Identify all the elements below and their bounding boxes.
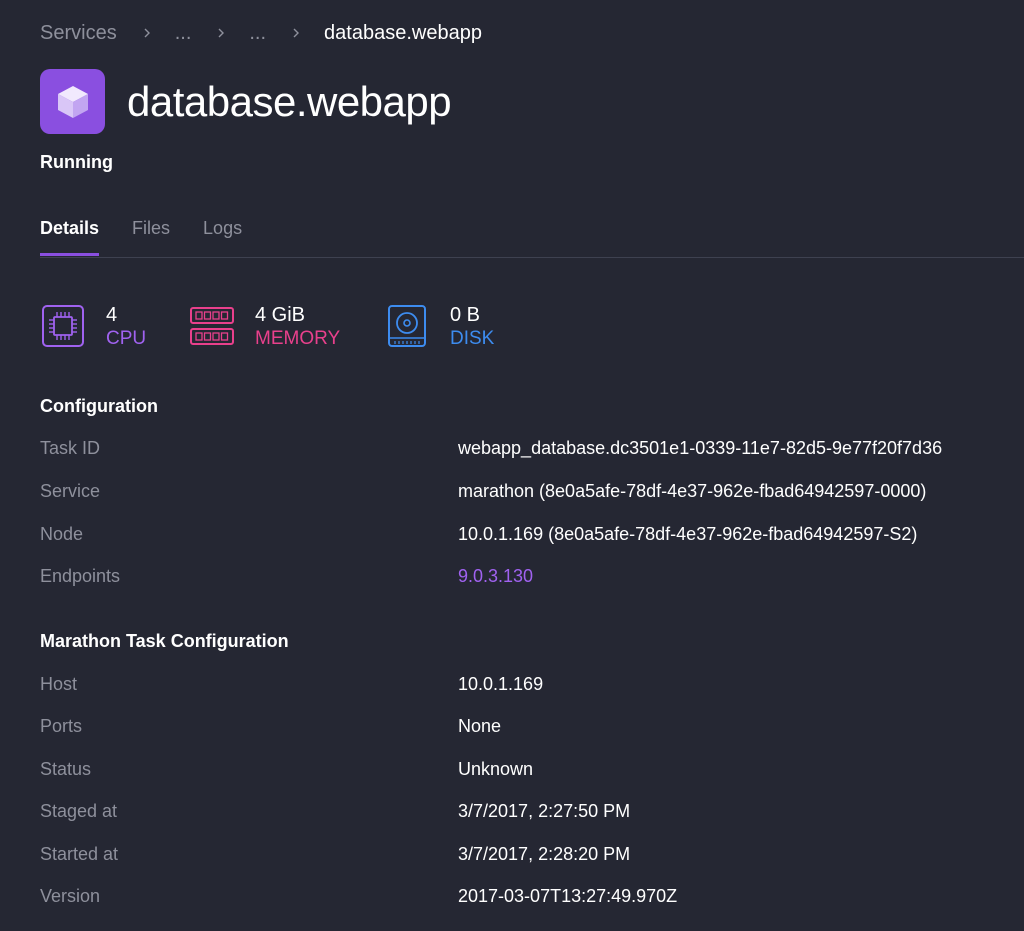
breadcrumb-current: database.webapp [324, 21, 482, 44]
marathon-label: Started at [40, 844, 119, 864]
config-row-node: Node 10.0.1.169 (8e0a5afe-78df-4e37-962e… [40, 524, 1024, 548]
memory-value: 4 GiB [255, 304, 306, 326]
config-value: marathon (8e0a5afe-78df-4e37-962e-fbad64… [458, 481, 927, 501]
resource-disk: 0 B DISK [384, 303, 494, 351]
config-value: webapp_database.dc3501e1-0339-11e7-82d5-… [458, 438, 943, 458]
tab-details[interactable]: Details [40, 218, 100, 256]
app-icon [40, 69, 105, 134]
disk-label: DISK [450, 328, 495, 349]
marathon-config-heading: Marathon Task Configuration [40, 631, 289, 651]
disk-icon [384, 303, 430, 349]
memory-icon [189, 303, 235, 349]
config-row-endpoints: Endpoints 9.0.3.130 [40, 566, 1024, 590]
resource-memory: 4 GiB MEMORY [189, 303, 340, 351]
cpu-value: 4 [106, 304, 118, 326]
cube-icon [57, 85, 88, 118]
resource-cpu: 4 CPU [40, 303, 146, 351]
marathon-label: Ports [40, 716, 83, 736]
chevron-right-icon [141, 27, 153, 39]
marathon-row-status: Status Unknown [40, 759, 1024, 783]
breadcrumb-ellipsis-2[interactable]: ... [249, 22, 266, 45]
tab-bar: Details Files Logs [40, 218, 275, 256]
page-title: database.webapp [127, 78, 452, 125]
marathon-row-staged-at: Staged at 3/7/2017, 2:27:50 PM [40, 801, 1024, 825]
cpu-icon [40, 303, 86, 349]
chevron-right-icon [290, 27, 302, 39]
marathon-value: 3/7/2017, 2:28:20 PM [458, 844, 631, 864]
marathon-value: Unknown [458, 759, 534, 779]
tab-logs[interactable]: Logs [203, 218, 242, 253]
config-row-task-id: Task ID webapp_database.dc3501e1-0339-11… [40, 438, 1024, 462]
config-label: Node [40, 524, 84, 544]
marathon-value: 10.0.1.169 [458, 674, 544, 694]
marathon-row-started-at: Started at 3/7/2017, 2:28:20 PM [40, 844, 1024, 868]
marathon-label: Staged at [40, 801, 118, 821]
status-text: Running [40, 152, 113, 172]
tabs-divider [40, 257, 1024, 258]
configuration-heading: Configuration [40, 396, 158, 416]
memory-label: MEMORY [255, 328, 341, 349]
breadcrumb-services[interactable]: Services [40, 22, 117, 45]
marathon-value: 2017-03-07T13:27:49.970Z [458, 886, 678, 906]
chevron-right-icon [215, 27, 227, 39]
marathon-label: Host [40, 674, 78, 694]
disk-value: 0 B [450, 304, 481, 326]
breadcrumb-ellipsis-1[interactable]: ... [175, 22, 192, 45]
cpu-label: CPU [106, 328, 147, 349]
breadcrumb: Services ... ... database.webapp [40, 20, 482, 46]
marathon-value: None [458, 716, 502, 736]
marathon-label: Version [40, 886, 101, 906]
config-label: Endpoints [40, 566, 121, 586]
config-label: Task ID [40, 438, 101, 458]
endpoint-link[interactable]: 9.0.3.130 [458, 566, 533, 587]
marathon-row-ports: Ports None [40, 716, 1024, 740]
marathon-row-host: Host 10.0.1.169 [40, 674, 1024, 698]
config-value: 10.0.1.169 (8e0a5afe-78df-4e37-962e-fbad… [458, 524, 918, 544]
task-detail-page: Services ... ... database.webapp databas… [0, 0, 1024, 931]
marathon-row-version: Version 2017-03-07T13:27:49.970Z [40, 886, 1024, 910]
config-row-service: Service marathon (8e0a5afe-78df-4e37-962… [40, 481, 1024, 505]
config-label: Service [40, 481, 101, 501]
marathon-label: Status [40, 759, 92, 779]
tab-files[interactable]: Files [132, 218, 170, 253]
marathon-value: 3/7/2017, 2:27:50 PM [458, 801, 631, 821]
